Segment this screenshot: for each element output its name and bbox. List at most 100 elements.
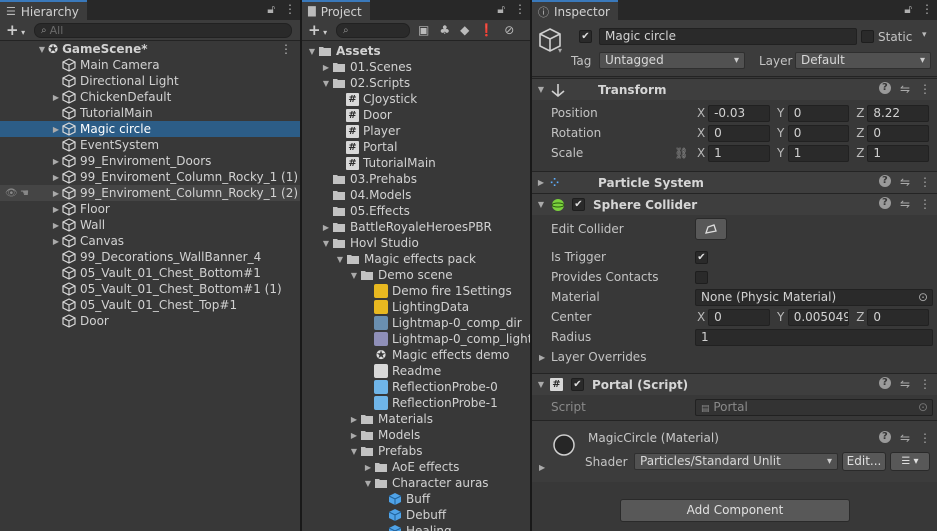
component-menu-icon[interactable]: ⋮ [919,175,931,189]
sphere-collider-header[interactable]: ▼ ✔ Sphere Collider ? ⇋ ⋮ [532,193,937,215]
project-item[interactable]: # Door [302,107,530,123]
visibility-eye-icon[interactable]: 👁︎ [5,188,18,199]
collapse-arrow-icon[interactable]: ▶ [532,178,550,187]
layer-overrides-label[interactable]: Layer Overrides [551,350,646,364]
hierarchy-item[interactable]: ▶ Magic circle [0,121,300,137]
expand-arrow-icon[interactable]: ▼ [320,239,332,248]
hierarchy-tab[interactable]: ☰ Hierarchy [0,0,87,20]
layer-dropdown[interactable]: Default [795,52,931,69]
component-menu-icon[interactable]: ⋮ [919,377,931,391]
hierarchy-search-input[interactable]: ⌕ All [34,22,292,38]
expand-arrow-icon[interactable]: ▼ [320,79,332,88]
project-item[interactable]: # TutorialMain [302,155,530,171]
more-options-icon[interactable]: ⋮ [514,2,526,17]
project-item[interactable]: 04.Models [302,187,530,203]
hierarchy-item[interactable]: 99_Decorations_WallBanner_4 [0,249,300,265]
help-icon[interactable]: ? [878,431,891,443]
expand-arrow-icon[interactable]: ▼ [306,47,318,56]
project-item[interactable]: ▼ Hovl Studio [302,235,530,251]
project-item[interactable]: ▼ Demo scene [302,267,530,283]
expand-arrow-icon[interactable]: ▶ [362,463,374,472]
hierarchy-item[interactable]: ▶ ChickenDefault [0,89,300,105]
project-item[interactable]: ▶ Models [302,427,530,443]
project-item[interactable]: ✪ Magic effects demo [302,347,530,363]
project-item[interactable]: 03.Prehabs [302,171,530,187]
expand-arrow-icon[interactable]: ▼ [532,380,550,389]
transform-header[interactable]: ▼ Transform ? ⇋ ⋮ [532,78,937,100]
preset-icon[interactable]: ⇋ [900,431,910,445]
project-item[interactable]: 05.Effects [302,203,530,219]
more-options-icon[interactable]: ⋮ [921,2,933,17]
expand-arrow-icon[interactable]: ▶ [50,237,62,246]
hierarchy-item[interactable]: ▶ Wall [0,217,300,233]
rotation-y-field[interactable]: 0 [787,124,850,142]
hierarchy-item[interactable]: Door [0,313,300,329]
hierarchy-item[interactable]: Directional Light [0,73,300,89]
expand-arrow-icon[interactable]: ▶ [50,125,62,134]
object-name-field[interactable]: Magic circle [599,28,857,45]
expand-arrow-icon[interactable]: ▶ [50,205,62,214]
component-menu-icon[interactable]: ⋮ [919,82,931,96]
position-y-field[interactable]: 0 [787,104,850,122]
scene-root[interactable]: ▼ ✪ GameScene* ⋮ [36,41,300,57]
expand-arrow-icon[interactable]: ▶ [50,93,62,102]
expand-arrow-icon[interactable]: ▶ [320,223,332,232]
center-x-field[interactable]: 0 [708,308,770,326]
hierarchy-item[interactable]: EventSystem [0,137,300,153]
edit-collider-button[interactable] [695,218,727,240]
radius-field[interactable]: 1 [695,328,933,346]
center-y-field[interactable]: 0.005049 [787,308,850,326]
expand-arrow-icon[interactable]: ▶ [50,221,62,230]
project-item[interactable]: ▶ Materials [302,411,530,427]
provides-contacts-checkbox[interactable] [695,270,708,284]
project-item[interactable]: Debuff [302,507,530,523]
more-options-icon[interactable]: ⋮ [284,2,296,17]
help-icon[interactable]: ? [878,175,891,187]
preset-icon[interactable]: ⇋ [900,82,910,96]
hierarchy-item[interactable]: 05_Vault_01_Chest_Top#1 [0,297,300,313]
expand-arrow-icon[interactable]: ▼ [532,200,550,209]
preset-icon[interactable]: ⇋ [900,175,910,189]
object-picker-icon[interactable]: ⊙ [918,290,928,305]
project-item[interactable]: # Portal [302,139,530,155]
project-item[interactable]: # CJoystick [302,91,530,107]
create-button[interactable]: + ▾ [0,21,34,39]
rotation-x-field[interactable]: 0 [708,124,770,142]
project-item[interactable]: ReflectionProbe-0 [302,379,530,395]
position-z-field[interactable]: 8.22 [867,104,930,122]
add-component-button[interactable]: Add Component [620,499,850,522]
active-checkbox[interactable]: ✔ [579,30,592,43]
expand-arrow-icon[interactable]: ▶ [50,173,62,182]
scale-y-field[interactable]: 1 [787,144,850,162]
hidden-packages-icon[interactable]: ⊘ [504,23,514,37]
expand-arrow-icon[interactable]: ▶ [348,431,360,440]
is-trigger-checkbox[interactable]: ✔ [695,250,708,264]
project-item[interactable]: ▼ Assets [302,43,530,59]
component-menu-icon[interactable]: ⋮ [919,431,931,445]
project-item[interactable]: Lightmap-0_comp_dir [302,315,530,331]
project-search-input[interactable]: ⌕ [336,22,410,38]
particle-system-header[interactable]: ▶ ⁘ Particle System ? ⇋ ⋮ [532,171,937,193]
project-item[interactable]: ReflectionProbe-1 [302,395,530,411]
hierarchy-item[interactable]: ▶ Canvas [0,233,300,249]
help-icon[interactable]: ? [878,82,891,94]
hierarchy-item[interactable]: 👁︎ ☚ ▶ 99_Enviroment_Column_Rocky_1 (2) [0,185,300,201]
expand-arrow-icon[interactable]: ▼ [362,479,374,488]
expand-arrow-icon[interactable]: ▼ [348,447,360,456]
position-x-field[interactable]: -0.03 [708,104,770,122]
expand-arrow-icon[interactable]: ▼ [36,45,48,54]
project-item[interactable]: Lightmap-0_comp_light [302,331,530,347]
project-item[interactable]: Readme [302,363,530,379]
project-item[interactable]: ▼ Prefabs [302,443,530,459]
constrain-proportions-icon[interactable]: ⛓ [674,147,694,160]
hierarchy-item[interactable]: 05_Vault_01_Chest_Bottom#1 [0,265,300,281]
project-item[interactable]: ▼ Character auras [302,475,530,491]
material-field[interactable]: None (Physic Material) ⊙ [695,288,933,306]
hierarchy-item[interactable]: 05_Vault_01_Chest_Bottom#1 (1) [0,281,300,297]
preset-icon[interactable]: ⇋ [900,197,910,211]
static-checkbox[interactable] [861,30,874,43]
project-item[interactable]: ▼ Magic effects pack [302,251,530,267]
edit-shader-button[interactable]: Edit... [842,452,886,471]
help-icon[interactable]: ? [878,377,891,389]
project-item[interactable]: ▶ BattleRoyaleHeroesPBR [302,219,530,235]
